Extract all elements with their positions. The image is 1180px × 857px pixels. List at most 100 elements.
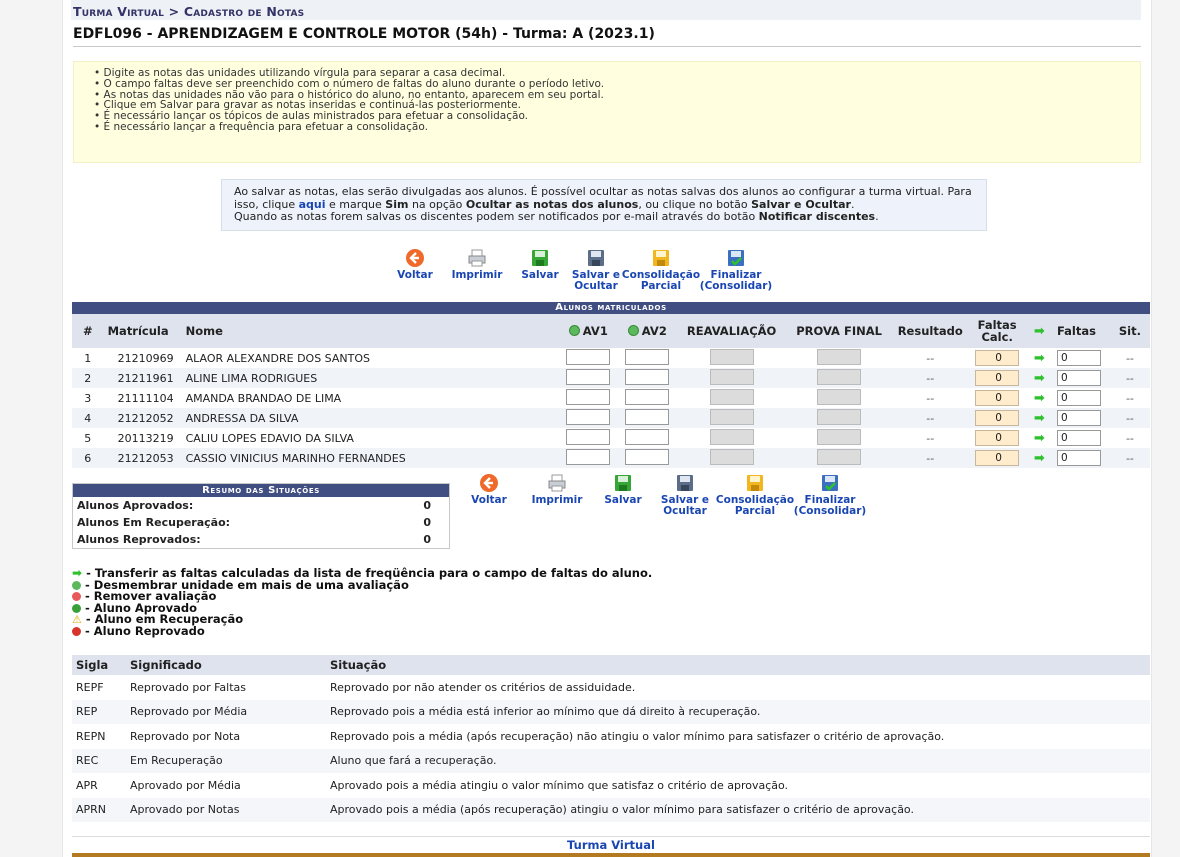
consolidacao-parcial-button[interactable]: Consolidação Parcial [622, 248, 700, 292]
av2-cell [617, 408, 677, 428]
av2-input[interactable] [625, 428, 670, 445]
student-row: 5 20113219 CALIU LOPES EDAVIO DA SILVA -- 0 ➡… [72, 428, 1150, 448]
transfer-arrow-icon[interactable]: ➡ [1034, 431, 1045, 446]
instruction-item: O campo faltas deve ser preenchido com o… [94, 78, 1130, 90]
grid-caption: Alunos matriculados [72, 302, 1150, 314]
finalizar-button[interactable]: Finalizar (Consolidar) [698, 248, 774, 292]
row-nome: CASSIO VINICIUS MARINHO FERNANDES [181, 448, 559, 468]
transfer-arrow-icon[interactable]: ➡ [1034, 351, 1045, 366]
faltas-input[interactable]: 0 [1056, 450, 1101, 466]
transfer-arrow-icon[interactable]: ➡ [1034, 411, 1045, 426]
floppy-save-icon [615, 475, 631, 491]
av2-input[interactable] [625, 408, 670, 425]
av2-input[interactable] [625, 388, 670, 405]
col-faltas-calc: Faltas Calc. [968, 314, 1026, 348]
imprimir-label: Imprimir [451, 269, 503, 281]
av2-cell [617, 348, 677, 368]
imprimir-label: Imprimir [531, 494, 583, 506]
col-av2[interactable]: AV2 [617, 314, 677, 348]
faltas-input[interactable]: 0 [1056, 430, 1101, 446]
av1-input[interactable] [566, 448, 611, 465]
row-resultado: -- [891, 388, 969, 408]
salvar-button[interactable]: Salvar [594, 473, 652, 517]
av1-input[interactable] [566, 408, 611, 425]
footer-link[interactable]: Turma Virtual [72, 836, 1150, 854]
transfer-arrow-icon: ➡ [1033, 323, 1045, 339]
av2-input[interactable] [625, 348, 670, 365]
notice-text: , ou clique no botão [638, 197, 752, 211]
prova-final-cell [786, 388, 892, 408]
row-number: 2 [72, 368, 104, 388]
faltas-input[interactable]: 0 [1056, 410, 1101, 426]
faltas-input[interactable]: 0 [1056, 350, 1101, 366]
faltas-cell: 0 [1052, 428, 1110, 448]
footer-bar [72, 853, 1150, 857]
col-av2-label: AV2 [641, 324, 667, 338]
av1-input[interactable] [566, 428, 611, 445]
finalizar-label: Finalizar (Consolidar) [794, 495, 866, 517]
av2-input[interactable] [625, 448, 670, 465]
av2-cell [617, 448, 677, 468]
siglas-header-row: Sigla Significado Situação [72, 655, 1150, 675]
prova-final-cell [786, 368, 892, 388]
consolidacao-parcial-button[interactable]: Consolidação Parcial [716, 473, 794, 517]
floppy-partial-icon [653, 250, 669, 266]
salvar-ocultar-button[interactable]: Salvar e Ocultar [652, 473, 718, 517]
av2-input[interactable] [625, 368, 670, 385]
av1-cell [558, 428, 618, 448]
reavaliacao-input [709, 428, 754, 445]
av1-input[interactable] [566, 368, 611, 385]
imprimir-button[interactable]: Imprimir [442, 248, 512, 292]
notice-link-aqui[interactable]: aqui [299, 198, 326, 211]
salvar-ocultar-button[interactable]: Salvar e Ocultar [568, 248, 624, 292]
voltar-button[interactable]: Voltar [388, 248, 442, 292]
row-resultado: -- [891, 368, 969, 388]
col-resultado: Resultado [891, 314, 969, 348]
transfer-cell: ➡ [1025, 428, 1053, 448]
salvar-button[interactable]: Salvar [512, 248, 568, 292]
summary-aprovados-value: 0 [423, 499, 431, 512]
students-table: # Matrícula Nome AV1 AV2 REAVALIAÇÃO PRO… [72, 314, 1150, 468]
sigla-code: REPN [76, 729, 106, 743]
breadcrumb[interactable]: Turma Virtual > Cadastro de Notas [73, 4, 1139, 20]
instruction-item: É necessário lançar a frequência para ef… [94, 122, 1130, 133]
sigla-code: APR [76, 778, 98, 792]
voltar-label: Voltar [471, 494, 507, 506]
sigla-row: REC Em Recuperação Aluno que fará a recupe… [72, 748, 1150, 773]
row-nome: ALINE LIMA RODRIGUES [181, 368, 559, 388]
row-resultado: -- [891, 428, 969, 448]
transfer-arrow-icon[interactable]: ➡ [1034, 371, 1045, 386]
faltas-calc-field: 0 [975, 430, 1020, 446]
row-nome: ALAOR ALEXANDRE DOS SANTOS [181, 348, 559, 368]
imprimir-button[interactable]: Imprimir [520, 473, 594, 517]
sigla-significado: Reprovado por Nota [130, 729, 241, 743]
row-sit: -- [1109, 348, 1150, 368]
av1-input[interactable] [566, 388, 611, 405]
voltar-button[interactable]: Voltar [458, 473, 520, 517]
back-arrow-icon [480, 474, 498, 492]
faltas-input[interactable]: 0 [1056, 370, 1101, 386]
col-av1[interactable]: AV1 [558, 314, 618, 348]
student-row: 4 21212052 ANDRESSA DA SILVA -- 0 ➡ 0 -- [72, 408, 1150, 428]
transfer-arrow-icon[interactable]: ➡ [1034, 391, 1045, 406]
student-row: 2 21211961 ALINE LIMA RODRIGUES -- 0 ➡ 0 -- [72, 368, 1150, 388]
transfer-cell: ➡ [1025, 368, 1053, 388]
split-unit-icon[interactable] [627, 325, 639, 336]
faltas-input[interactable]: 0 [1056, 390, 1101, 406]
sigla-situacao: Reprovado pois a média está inferior ao … [326, 699, 1150, 724]
reavaliacao-input [709, 368, 754, 385]
av1-input[interactable] [566, 348, 611, 365]
split-unit-icon[interactable] [568, 325, 580, 336]
notice-bold: Ocultar as notas dos alunos [465, 197, 639, 211]
faltas-calc-cell: 0 [968, 348, 1026, 368]
finalizar-button[interactable]: Finalizar (Consolidar) [792, 473, 868, 517]
av1-cell [558, 348, 618, 368]
remove-evaluation-icon [72, 592, 81, 602]
left-margin [0, 0, 62, 857]
sigla-row: APR Aprovado por Média Aprovado pois a méd… [72, 773, 1150, 798]
reavaliacao-input [709, 348, 754, 365]
col-prova-final: PROVA FINAL [786, 314, 892, 348]
faltas-calc-cell: 0 [968, 428, 1026, 448]
transfer-arrow-icon[interactable]: ➡ [1034, 451, 1045, 466]
av1-cell [558, 448, 618, 468]
